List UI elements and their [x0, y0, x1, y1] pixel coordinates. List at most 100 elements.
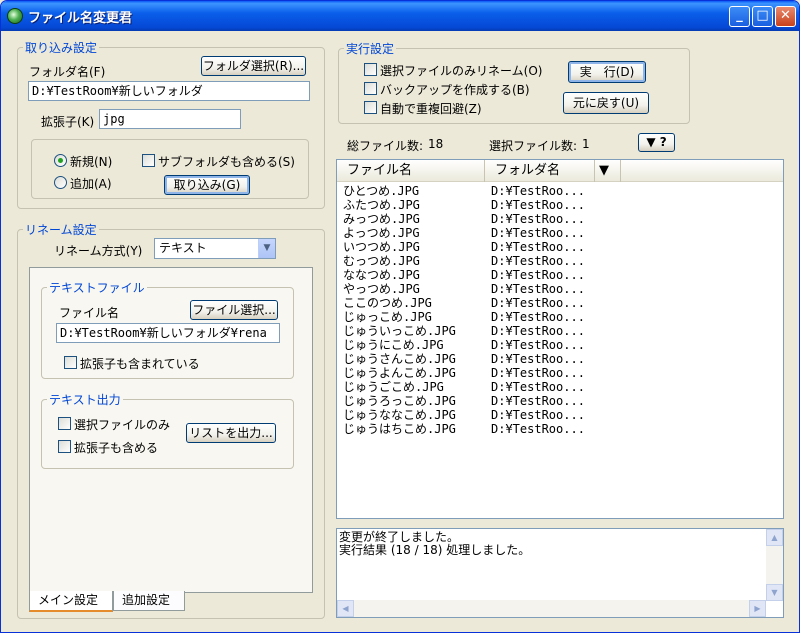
list-item[interactable]: ふたつめ.JPG D:¥TestRoo...: [343, 198, 773, 212]
output-list-button[interactable]: リストを出力...: [186, 423, 276, 443]
list-item[interactable]: やっつめ.JPG D:¥TestRoo...: [343, 282, 773, 296]
column-folder-name[interactable]: フォルダ名: [485, 160, 595, 182]
close-icon: ✕: [780, 8, 791, 23]
list-item-folder-name: D:¥TestRoo...: [491, 408, 585, 422]
radio-add[interactable]: [54, 176, 67, 189]
run-button[interactable]: 実 行(D): [568, 61, 646, 83]
auto-avoid-checkbox[interactable]: [364, 101, 377, 114]
include-ext-label: 拡張子も含める: [74, 441, 159, 455]
list-item[interactable]: じゅうはちこめ.JPG D:¥TestRoo...: [343, 422, 773, 436]
column-sort-menu[interactable]: ▼: [595, 160, 621, 182]
list-item[interactable]: ここのつめ.JPG D:¥TestRoo...: [343, 296, 773, 310]
list-item-folder-name: D:¥TestRoo...: [491, 268, 585, 282]
window-title: ファイル名変更君: [28, 11, 133, 26]
selected-files-label: 選択ファイル数:: [489, 139, 578, 153]
text-file-label: テキストファイル: [47, 279, 147, 296]
list-item[interactable]: むっつめ.JPG D:¥TestRoo...: [343, 254, 773, 268]
rename-method-select[interactable]: テキスト ▼: [154, 238, 276, 259]
list-item-file-name: いつつめ.JPG: [343, 240, 420, 254]
list-item-file-name: じゅうはちこめ.JPG: [343, 422, 456, 436]
list-item[interactable]: みっつめ.JPG D:¥TestRoo...: [343, 212, 773, 226]
radio-new-label: 新規(N): [70, 155, 113, 169]
maximize-icon: □: [756, 8, 769, 23]
list-item-folder-name: D:¥TestRoo...: [491, 198, 585, 212]
close-button[interactable]: ✕: [775, 6, 796, 27]
vertical-scrollbar[interactable]: ▲ ▼: [766, 529, 783, 601]
column-file-name[interactable]: ファイル名: [337, 160, 485, 182]
list-item-file-name: じゅうごこめ.JPG: [343, 380, 444, 394]
list-item-folder-name: D:¥TestRoo...: [491, 282, 585, 296]
list-item[interactable]: じゅうごこめ.JPG D:¥TestRoo...: [343, 380, 773, 394]
subfolder-checkbox-label: サブフォルダも含める(S): [158, 155, 295, 169]
ext-included-label: 拡張子も含まれている: [80, 357, 200, 371]
list-item-folder-name: D:¥TestRoo...: [491, 184, 585, 198]
file-list[interactable]: ファイル名 フォルダ名 ▼ ひとつめ.JPG D:¥TestRoo... ふたつめ.…: [336, 159, 784, 519]
import-button[interactable]: 取り込み(G): [164, 175, 250, 195]
folder-name-label: フォルダ名(F): [29, 65, 106, 79]
list-item-folder-name: D:¥TestRoo...: [491, 254, 585, 268]
chevron-down-icon[interactable]: ▼: [258, 239, 275, 258]
radio-add-label: 追加(A): [70, 177, 112, 191]
total-files-label: 総ファイル数:: [347, 139, 424, 153]
extension-input[interactable]: jpg: [99, 109, 241, 129]
include-ext-checkbox[interactable]: [58, 440, 71, 453]
minimize-button[interactable]: _: [729, 6, 750, 27]
main-window: ファイル名変更君 _ □ ✕ 取り込み設定 フォルダ名(F) フォルダ選択(R)…: [0, 0, 800, 633]
ext-included-checkbox[interactable]: [64, 356, 77, 369]
list-item[interactable]: ひとつめ.JPG D:¥TestRoo...: [343, 184, 773, 198]
triangle-down-icon: ▼: [599, 163, 609, 178]
scroll-right-icon[interactable]: ▶: [749, 600, 766, 617]
file-list-header: ファイル名 フォルダ名 ▼: [337, 160, 783, 182]
scroll-left-icon[interactable]: ◀: [337, 600, 354, 617]
execute-settings-label: 実行設定: [344, 40, 397, 57]
list-item-file-name: みっつめ.JPG: [343, 212, 420, 226]
radio-new[interactable]: [54, 154, 67, 167]
extension-label: 拡張子(K): [41, 115, 95, 129]
rename-selected-checkbox[interactable]: [364, 63, 377, 76]
maximize-button[interactable]: □: [752, 6, 773, 27]
list-item-file-name: よっつめ.JPG: [343, 226, 420, 240]
list-item[interactable]: じゅうにこめ.JPG D:¥TestRoo...: [343, 338, 773, 352]
list-item[interactable]: じゅうよんこめ.JPG D:¥TestRoo...: [343, 366, 773, 380]
rename-method-value: テキスト: [159, 241, 207, 255]
horizontal-scrollbar[interactable]: ◀ ▶: [337, 600, 766, 617]
list-item-file-name: ひとつめ.JPG: [343, 184, 420, 198]
selected-files-value: 1: [582, 137, 590, 151]
revert-button[interactable]: 元に戻す(U): [563, 92, 649, 114]
list-item-file-name: やっつめ.JPG: [343, 282, 420, 296]
scroll-up-icon[interactable]: ▲: [766, 529, 783, 546]
list-item-folder-name: D:¥TestRoo...: [491, 394, 585, 408]
list-item[interactable]: じゅっこめ.JPG D:¥TestRoo...: [343, 310, 773, 324]
list-item[interactable]: ななつめ.JPG D:¥TestRoo...: [343, 268, 773, 282]
help-menu-button[interactable]: ▼ ?: [638, 133, 675, 152]
list-item-folder-name: D:¥TestRoo...: [491, 310, 585, 324]
list-item-file-name: じゅうななこめ.JPG: [343, 408, 456, 422]
folder-name-input[interactable]: D:¥TestRoom¥新しいフォルダ: [28, 81, 310, 101]
list-item[interactable]: よっつめ.JPG D:¥TestRoo...: [343, 226, 773, 240]
folder-select-button[interactable]: フォルダ選択(R)...: [201, 56, 306, 76]
app-icon: [7, 8, 23, 24]
tab-main-settings[interactable]: メイン設定: [29, 591, 113, 612]
file-select-button[interactable]: ファイル選択...: [190, 300, 278, 320]
tab-additional-settings[interactable]: 追加設定: [113, 591, 185, 611]
import-settings-label: 取り込み設定: [23, 39, 100, 56]
selected-only-checkbox[interactable]: [58, 417, 71, 430]
selected-only-label: 選択ファイルのみ: [74, 418, 171, 432]
scroll-down-icon[interactable]: ▼: [766, 584, 783, 601]
list-item[interactable]: じゅういっこめ.JPG D:¥TestRoo...: [343, 324, 773, 338]
rename-settings-label: リネーム設定: [23, 221, 99, 238]
text-file-input[interactable]: D:¥TestRoom¥新しいフォルダ¥rena: [56, 323, 280, 343]
list-item-file-name: じゅうろっこめ.JPG: [343, 394, 456, 408]
subfolder-checkbox[interactable]: [142, 154, 155, 167]
file-name-label: ファイル名: [59, 306, 120, 320]
list-item[interactable]: いつつめ.JPG D:¥TestRoo...: [343, 240, 773, 254]
title-bar[interactable]: ファイル名変更君 _ □ ✕: [1, 1, 799, 31]
backup-checkbox[interactable]: [364, 82, 377, 95]
list-item[interactable]: じゅうろっこめ.JPG D:¥TestRoo...: [343, 394, 773, 408]
list-item-file-name: じゅうさんこめ.JPG: [343, 352, 456, 366]
list-item[interactable]: じゅうななこめ.JPG D:¥TestRoo...: [343, 408, 773, 422]
log-line: 実行結果 (18 / 18) 処理しました。: [339, 543, 531, 557]
list-item-folder-name: D:¥TestRoo...: [491, 296, 585, 310]
log-output[interactable]: 変更が終了しました。 実行結果 (18 / 18) 処理しました。 ▲ ▼ ◀ …: [336, 528, 784, 618]
list-item[interactable]: じゅうさんこめ.JPG D:¥TestRoo...: [343, 352, 773, 366]
